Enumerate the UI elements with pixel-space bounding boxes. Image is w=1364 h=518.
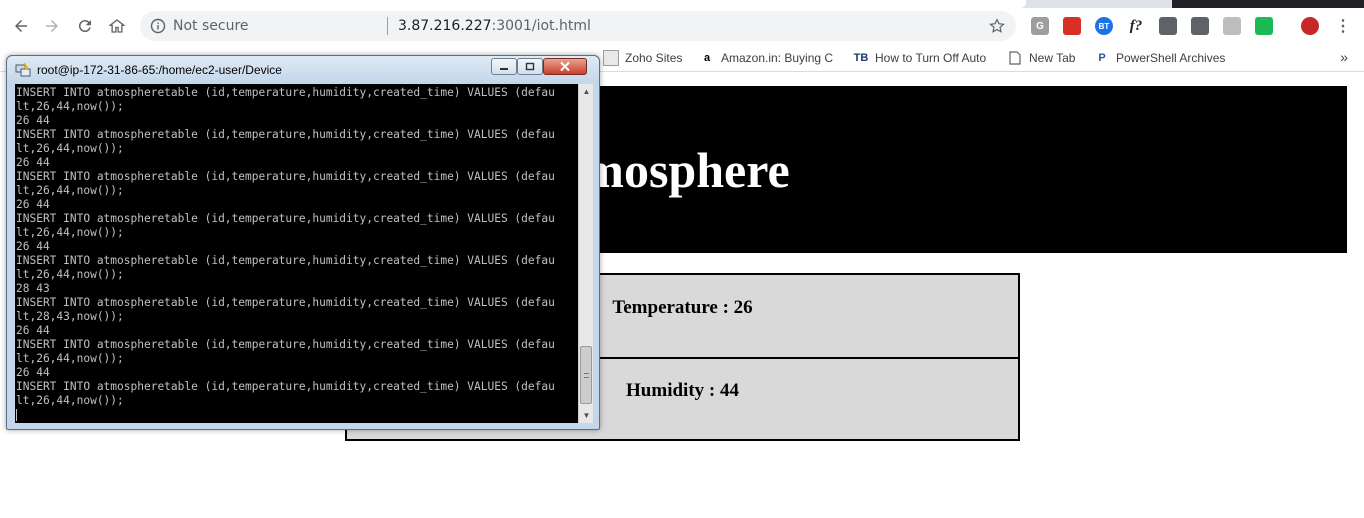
terminal-line: INSERT INTO atmospheretable (id,temperat… (16, 254, 555, 267)
url-text[interactable]: 3.87.216.227:3001/iot.html (398, 18, 591, 34)
terminal-line: 26 44 (16, 156, 50, 169)
address-divider (387, 17, 388, 35)
qr-extension-icon[interactable] (1159, 17, 1177, 35)
tab-strip (0, 0, 1364, 8)
minimize-button[interactable] (491, 58, 517, 75)
terminal-line: 28 43 (16, 282, 50, 295)
close-button[interactable] (543, 58, 587, 75)
profile-avatar[interactable] (1301, 17, 1319, 35)
function-extension-icon[interactable]: f? (1127, 17, 1145, 35)
terminal-line: lt,28,43,now()); (16, 310, 124, 323)
scroll-thumb[interactable] (580, 346, 592, 404)
terminal-line: INSERT INTO atmospheretable (id,temperat… (16, 170, 555, 183)
url-host: 3.87.216.227 (398, 18, 492, 34)
vpn-extension-icon[interactable] (1255, 17, 1273, 35)
page-icon (1007, 50, 1023, 66)
terminal-line: INSERT INTO atmospheretable (id,temperat… (16, 296, 555, 309)
bt-extension-icon[interactable]: BT (1095, 17, 1113, 35)
terminal-line: lt,26,44,now()); (16, 352, 124, 365)
back-button[interactable] (6, 11, 36, 41)
bookmark-label: New Tab (1029, 51, 1076, 65)
temperature-reading: Temperature : 26 (612, 297, 753, 318)
terminal-line: lt,26,44,now()); (16, 226, 124, 239)
terminal-line: lt,26,44,now()); (16, 142, 124, 155)
bookmark-amazon[interactable]: a Amazon.in: Buying C (699, 50, 833, 66)
terminal-line: lt,26,44,now()); (16, 394, 124, 407)
terminal-cursor (16, 409, 17, 421)
forward-button[interactable] (37, 11, 67, 41)
terminal-line: INSERT INTO atmospheretable (id,temperat… (16, 86, 555, 99)
terminal-line: lt,26,44,now()); (16, 184, 124, 197)
terminal-screen[interactable]: INSERT INTO atmospheretable (id,temperat… (15, 84, 593, 423)
info-icon[interactable] (150, 18, 166, 34)
reload-icon (78, 20, 91, 33)
terminal-line: INSERT INTO atmospheretable (id,temperat… (16, 128, 555, 141)
terminal-line: 26 44 (16, 240, 50, 253)
security-label[interactable]: Not secure (173, 18, 249, 34)
close-icon (560, 61, 570, 72)
tb-icon: TB (853, 52, 869, 64)
bookmarks-overflow-button[interactable]: » (1340, 49, 1348, 65)
grammarly-icon[interactable]: G (1031, 17, 1049, 35)
amazon-icon: a (703, 52, 711, 64)
bookmark-label: How to Turn Off Auto (875, 51, 987, 65)
terminal-output: INSERT INTO atmospheretable (id,temperat… (16, 86, 578, 422)
shield-extension-icon[interactable] (1191, 17, 1209, 35)
url-path: :3001/iot.html (491, 18, 591, 34)
scroll-down-arrow-icon[interactable]: ▼ (579, 408, 593, 423)
profile-area (1172, 0, 1364, 8)
menu-icon[interactable]: ⋮ (1334, 17, 1352, 35)
home-button[interactable] (102, 11, 132, 41)
bookmark-powershell[interactable]: P PowerShell Archives (1094, 50, 1225, 66)
bookmark-turn-off-auto[interactable]: TB How to Turn Off Auto (853, 50, 987, 66)
terminal-prompt-line (16, 408, 578, 422)
book-extension-icon[interactable] (1063, 17, 1081, 35)
bookmark-label: Zoho Sites (625, 51, 683, 65)
powershell-icon: P (1098, 52, 1106, 64)
humidity-reading: Humidity : 44 (626, 380, 739, 401)
terminal-line: 26 44 (16, 198, 50, 211)
terminal-line: lt,26,44,now()); (16, 100, 124, 113)
terminal-line: 26 44 (16, 114, 50, 127)
terminal-line: lt,26,44,now()); (16, 268, 124, 281)
terminal-line: INSERT INTO atmospheretable (id,temperat… (16, 380, 555, 393)
putty-icon (15, 62, 31, 77)
terminal-line: INSERT INTO atmospheretable (id,temperat… (16, 338, 555, 351)
tab-extension-icon[interactable] (1223, 17, 1241, 35)
minimize-icon (500, 67, 508, 70)
bookmark-star-icon[interactable] (988, 17, 1006, 35)
reload-button[interactable] (70, 11, 100, 41)
home-icon (108, 19, 126, 33)
terminal-window[interactable]: root@ip-172-31-86-65:/home/ec2-user/Devi… (6, 55, 600, 430)
bookmark-label: Amazon.in: Buying C (721, 51, 834, 65)
forward-arrow-icon (46, 20, 58, 32)
back-arrow-icon (15, 20, 27, 32)
address-bar[interactable]: Not secure 3.87.216.227:3001/iot.html (140, 11, 1016, 41)
terminal-line: 26 44 (16, 366, 50, 379)
bookmark-new-tab[interactable]: New Tab (1007, 50, 1075, 66)
terminal-line: 26 44 (16, 324, 50, 337)
active-tab[interactable] (0, 0, 1026, 8)
bookmark-label: PowerShell Archives (1116, 51, 1226, 65)
terminal-title: root@ip-172-31-86-65:/home/ec2-user/Devi… (37, 63, 282, 77)
terminal-titlebar[interactable]: root@ip-172-31-86-65:/home/ec2-user/Devi… (7, 56, 599, 84)
maximize-icon (525, 62, 535, 71)
bookmark-zoho-sites[interactable]: Zoho Sites (603, 50, 682, 66)
scroll-grip (584, 373, 589, 378)
zoho-icon (603, 50, 619, 66)
scroll-up-arrow-icon[interactable]: ▲ (579, 84, 593, 99)
terminal-line: INSERT INTO atmospheretable (id,temperat… (16, 212, 555, 225)
browser-toolbar: Not secure 3.87.216.227:3001/iot.html G B… (0, 8, 1364, 44)
terminal-scrollbar[interactable]: ▲ ▼ (578, 84, 593, 423)
maximize-button[interactable] (517, 58, 543, 75)
